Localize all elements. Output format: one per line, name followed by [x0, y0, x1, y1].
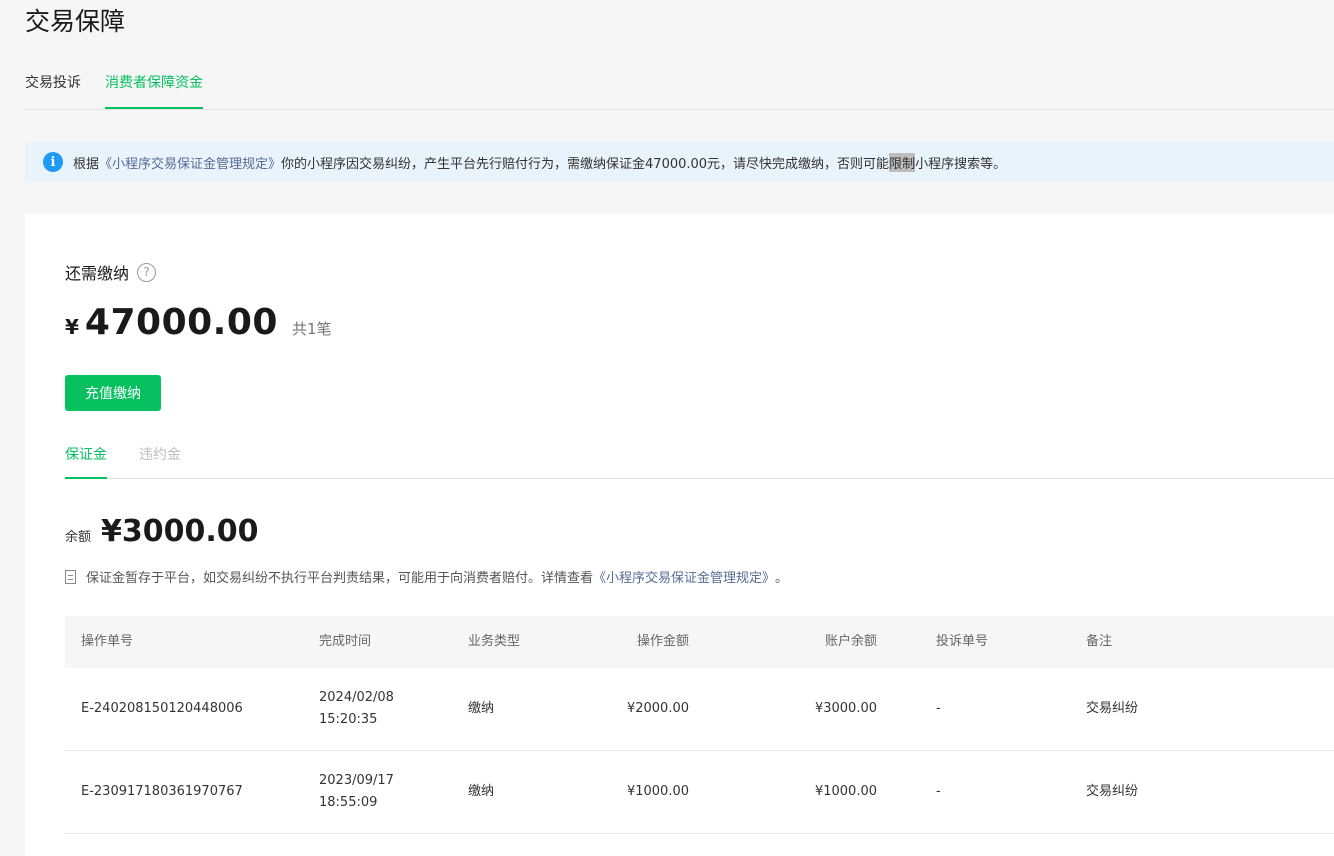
transactions-table: 操作单号 完成时间 业务类型 操作金额 账户余额 投诉单号 备注 E-24020…: [65, 616, 1334, 834]
header-remark: 备注: [1086, 634, 1113, 649]
header-complaint-id: 投诉单号: [936, 634, 989, 649]
row-date: 2023/09/17: [319, 773, 394, 788]
deposit-hint: 保证金暂存于平台，如交易纠纷不执行平台判责结果，可能用于向消费者赔付。详情查看 …: [65, 567, 788, 586]
row-operation-id: E-240208150120448006: [81, 701, 243, 716]
row-complaint-id: -: [936, 784, 941, 799]
hint-rules-link[interactable]: 《小程序交易保证金管理规定》: [593, 567, 775, 586]
row-time: 18:55:09: [319, 795, 378, 810]
notice-middle: 你的小程序因交易纠纷，产生平台先行赔付行为，需缴纳保证金47000.00元，请尽…: [281, 156, 890, 172]
tab-deposit[interactable]: 保证金: [65, 444, 107, 479]
due-label: 还需缴纳: [65, 264, 130, 283]
tab-consumer-protection-fund[interactable]: 消费者保障资金: [105, 74, 203, 109]
hint-text: 保证金暂存于平台，如交易纠纷不执行平台判责结果，可能用于向消费者赔付。详情查看: [86, 571, 594, 586]
row-account-balance: ¥3000.00: [814, 701, 877, 716]
notice-rules-link[interactable]: 《小程序交易保证金管理规定》: [99, 153, 281, 172]
due-label-row: 还需缴纳 ?: [65, 260, 157, 284]
row-business-type: 缴纳: [468, 784, 495, 799]
notice-highlight: 限制: [889, 152, 916, 172]
document-icon: [65, 569, 76, 584]
balance-label: 余额: [65, 530, 92, 545]
help-icon[interactable]: ?: [137, 262, 157, 282]
row-remark: 交易纠纷: [1086, 701, 1139, 716]
row-remark: 交易纠纷: [1086, 784, 1139, 799]
row-operation-amount: ¥2000.00: [626, 701, 689, 716]
tab-trade-complaint[interactable]: 交易投诉: [25, 74, 81, 109]
row-completed-time: 2024/02/08 15:20:35: [319, 668, 394, 750]
recharge-pay-button[interactable]: 充值缴纳: [65, 375, 161, 411]
row-account-balance: ¥1000.00: [814, 784, 877, 799]
info-icon: i: [43, 152, 63, 172]
due-count: 共1笔: [291, 320, 332, 338]
sub-tabs: 保证金 违约金: [65, 436, 1334, 479]
notice-banner: i 根据 《小程序交易保证金管理规定》 你的小程序因交易纠纷，产生平台先行赔付行…: [25, 142, 1334, 182]
balance-amount: ¥3000.00: [101, 514, 259, 549]
notice-suffix: 小程序搜索等。: [915, 156, 1007, 172]
row-operation-amount: ¥1000.00: [626, 784, 689, 799]
row-operation-id: E-230917180361970767: [81, 784, 243, 799]
top-tabs: 交易投诉 消费者保障资金: [25, 70, 1334, 110]
header-operation-id: 操作单号: [81, 634, 134, 649]
tab-penalty[interactable]: 违约金: [139, 444, 181, 479]
row-completed-time: 2023/09/17 18:55:09: [319, 751, 394, 833]
fund-card: 还需缴纳 ? ¥ 47000.00 共1笔 充值缴纳 保证金 违约金 余额 ¥3…: [25, 214, 1334, 856]
balance-row: 余额 ¥3000.00: [65, 514, 259, 549]
row-time: 15:20:35: [319, 712, 378, 727]
table-header: 操作单号 完成时间 业务类型 操作金额 账户余额 投诉单号 备注: [65, 616, 1334, 668]
due-currency: ¥: [65, 315, 79, 339]
header-business-type: 业务类型: [468, 634, 521, 649]
due-amount: 47000.00: [84, 302, 278, 343]
notice-prefix: 根据: [73, 156, 100, 172]
table-row: E-240208150120448006 2024/02/08 15:20:35…: [65, 668, 1334, 751]
table-row: E-230917180361970767 2023/09/17 18:55:09…: [65, 751, 1334, 834]
row-date: 2024/02/08: [319, 690, 394, 705]
row-complaint-id: -: [936, 701, 941, 716]
header-account-balance: 账户余额: [824, 634, 877, 649]
hint-end: 。: [775, 571, 789, 586]
page-title: 交易保障: [25, 7, 126, 36]
row-business-type: 缴纳: [468, 701, 495, 716]
header-completed-time: 完成时间: [319, 634, 372, 649]
due-amount-row: ¥ 47000.00 共1笔: [65, 302, 332, 343]
header-operation-amount: 操作金额: [636, 634, 689, 649]
